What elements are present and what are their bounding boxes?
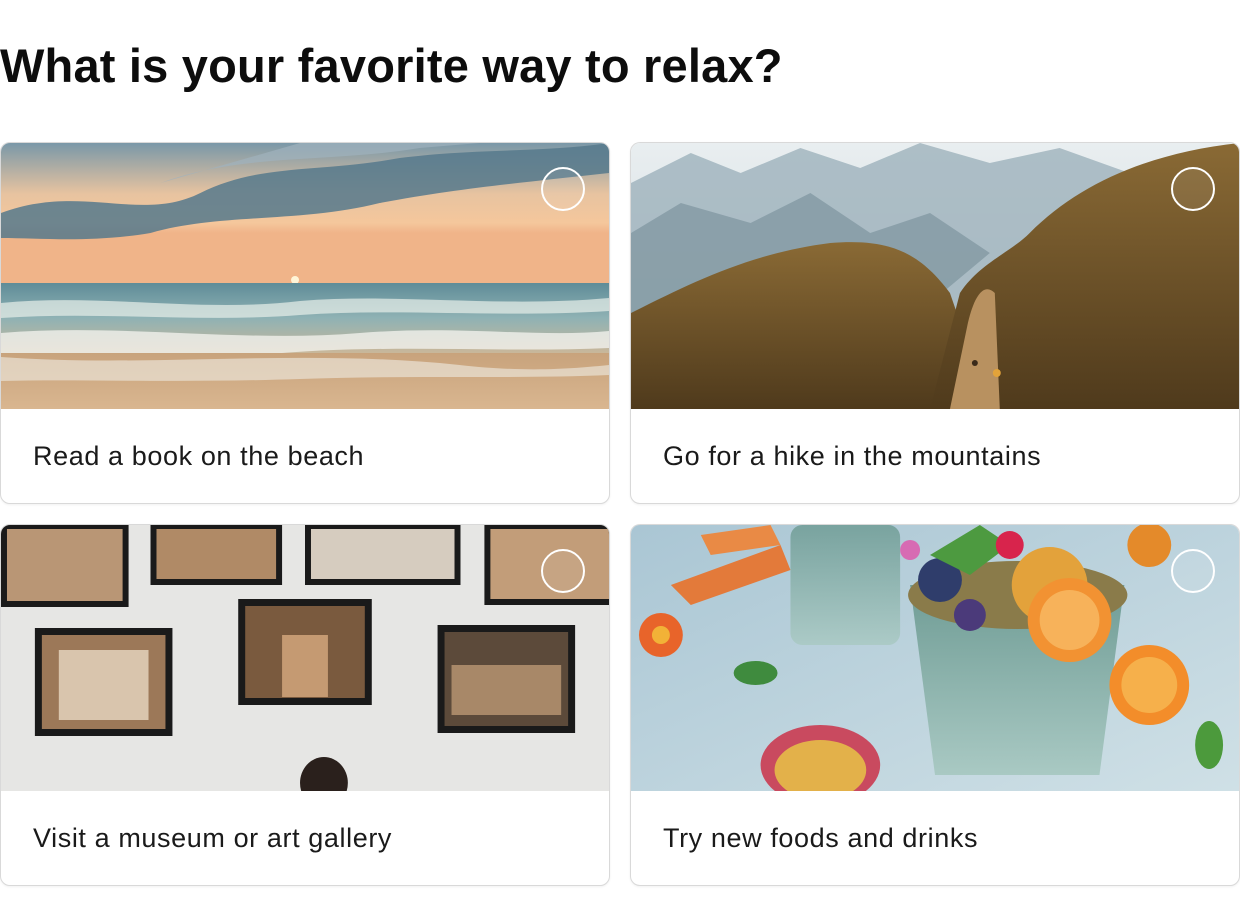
- option-card-museum[interactable]: Visit a museum or art gallery: [0, 524, 610, 886]
- options-grid: Read a book on the beach Go for a hike i…: [0, 142, 1240, 886]
- option-label-museum: Visit a museum or art gallery: [33, 823, 393, 853]
- option-label-mountains: Go for a hike in the mountains: [663, 441, 1042, 471]
- option-label-beach: Read a book on the beach: [33, 441, 365, 471]
- option-radio-museum[interactable]: [541, 549, 585, 593]
- option-card-food[interactable]: Try new foods and drinks: [630, 524, 1240, 886]
- beach-sunset-image: [1, 143, 609, 409]
- question-title: What is your favorite way to relax?: [0, 39, 783, 92]
- fruit-smoothie-image: [631, 525, 1239, 791]
- option-radio-food[interactable]: [1171, 549, 1215, 593]
- option-radio-beach[interactable]: [541, 167, 585, 211]
- option-label-food: Try new foods and drinks: [663, 823, 979, 853]
- mountain-trail-image: [631, 143, 1239, 409]
- gallery-wall-image: [1, 525, 609, 791]
- option-card-beach[interactable]: Read a book on the beach: [0, 142, 610, 504]
- option-radio-mountains[interactable]: [1171, 167, 1215, 211]
- option-card-mountains[interactable]: Go for a hike in the mountains: [630, 142, 1240, 504]
